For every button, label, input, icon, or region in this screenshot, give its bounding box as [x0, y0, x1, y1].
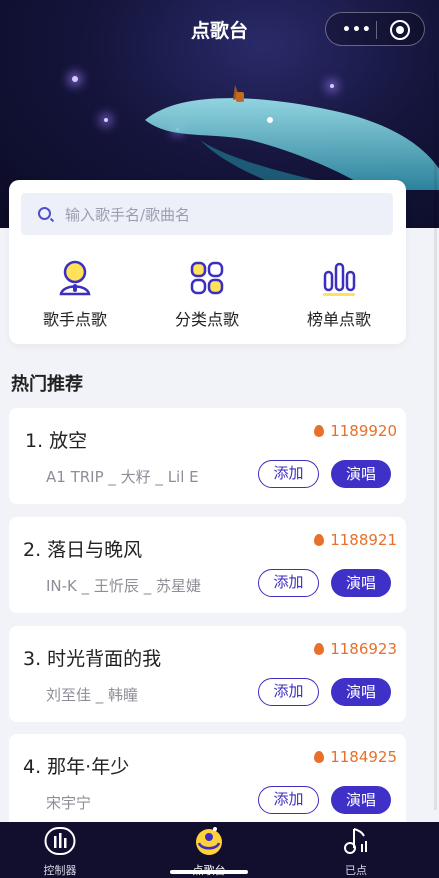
- tab-queued[interactable]: 已点: [306, 826, 406, 878]
- add-button[interactable]: 添加: [258, 569, 319, 597]
- song-artist: IN-K _ 王忻辰 _ 苏星婕: [46, 577, 201, 595]
- song-artist: 刘至佳 _ 韩瞳: [46, 686, 139, 704]
- whale-illustration: [145, 85, 439, 190]
- search-icon: [38, 207, 51, 220]
- sing-button[interactable]: 演唱: [331, 569, 391, 597]
- controller-icon: [44, 827, 76, 855]
- song-item[interactable]: 2. 落日与晚风 1188921 IN-K _ 王忻辰 _ 苏星婕 添加 演唱: [9, 517, 406, 613]
- heat-value: 1184925: [330, 748, 397, 766]
- star-decoration: [72, 76, 78, 82]
- song-artist: 宋宇宁: [46, 794, 92, 812]
- top-bar: 点歌台 •••: [0, 0, 439, 58]
- heat-value: 1188921: [330, 531, 397, 549]
- tab-controller[interactable]: 控制器: [10, 826, 110, 878]
- miniprogram-capsule: •••: [325, 12, 425, 46]
- heat-count: 1186923: [314, 640, 397, 658]
- music-note-icon: [344, 828, 367, 854]
- sing-button[interactable]: 演唱: [331, 460, 391, 488]
- category-chart[interactable]: 榜单点歌: [284, 258, 394, 330]
- add-button[interactable]: 添加: [258, 786, 319, 814]
- heat-count: 1189920: [314, 422, 397, 440]
- tab-label: 控制器: [43, 864, 77, 877]
- add-button[interactable]: 添加: [258, 678, 319, 706]
- grid-icon: [187, 258, 227, 298]
- category-singer[interactable]: 歌手点歌: [20, 258, 130, 330]
- category-label: 歌手点歌: [42, 310, 107, 329]
- search-placeholder: 输入歌手名/歌曲名: [65, 206, 191, 224]
- sing-button[interactable]: 演唱: [331, 786, 391, 814]
- chart-icon: [319, 258, 359, 298]
- flame-icon: [314, 534, 325, 546]
- target-icon[interactable]: [390, 20, 410, 40]
- heat-value: 1189920: [330, 422, 397, 440]
- add-button[interactable]: 添加: [258, 460, 319, 488]
- search-card: 输入歌手名/歌曲名 歌手点歌 分类点歌 榜单点歌: [9, 180, 406, 344]
- song-name: 3. 时光背面的我: [23, 648, 162, 670]
- flame-icon: [314, 425, 325, 437]
- category-genre[interactable]: 分类点歌: [152, 258, 262, 330]
- song-item[interactable]: 4. 那年·年少 1184925 宋宇宁 添加 演唱: [9, 734, 406, 830]
- flame-icon: [314, 643, 325, 655]
- song-station-icon: [196, 827, 222, 855]
- tab-label: 已点: [345, 864, 367, 877]
- flame-icon: [314, 751, 325, 763]
- heat-value: 1186923: [330, 640, 397, 658]
- category-label: 分类点歌: [174, 310, 239, 329]
- sing-button[interactable]: 演唱: [331, 678, 391, 706]
- category-label: 榜单点歌: [306, 310, 371, 329]
- capsule-divider: [376, 21, 377, 39]
- section-title: 热门推荐: [11, 374, 83, 395]
- scrollbar[interactable]: [434, 70, 437, 810]
- home-indicator: [170, 870, 248, 874]
- song-name: 4. 那年·年少: [23, 756, 130, 778]
- star-decoration: [104, 118, 108, 122]
- singer-icon: [55, 258, 95, 298]
- song-item[interactable]: 1. 放空 1189920 A1 TRIP _ 大籽 _ Lil E 添加 演唱: [9, 408, 406, 504]
- search-input[interactable]: 输入歌手名/歌曲名: [21, 193, 393, 235]
- heat-count: 1184925: [314, 748, 397, 766]
- song-name: 1. 放空: [25, 430, 88, 452]
- heat-count: 1188921: [314, 531, 397, 549]
- ellipsis-icon[interactable]: •••: [342, 22, 372, 38]
- song-name: 2. 落日与晚风: [23, 539, 143, 561]
- song-item[interactable]: 3. 时光背面的我 1186923 刘至佳 _ 韩瞳 添加 演唱: [9, 626, 406, 722]
- song-artist: A1 TRIP _ 大籽 _ Lil E: [46, 468, 199, 486]
